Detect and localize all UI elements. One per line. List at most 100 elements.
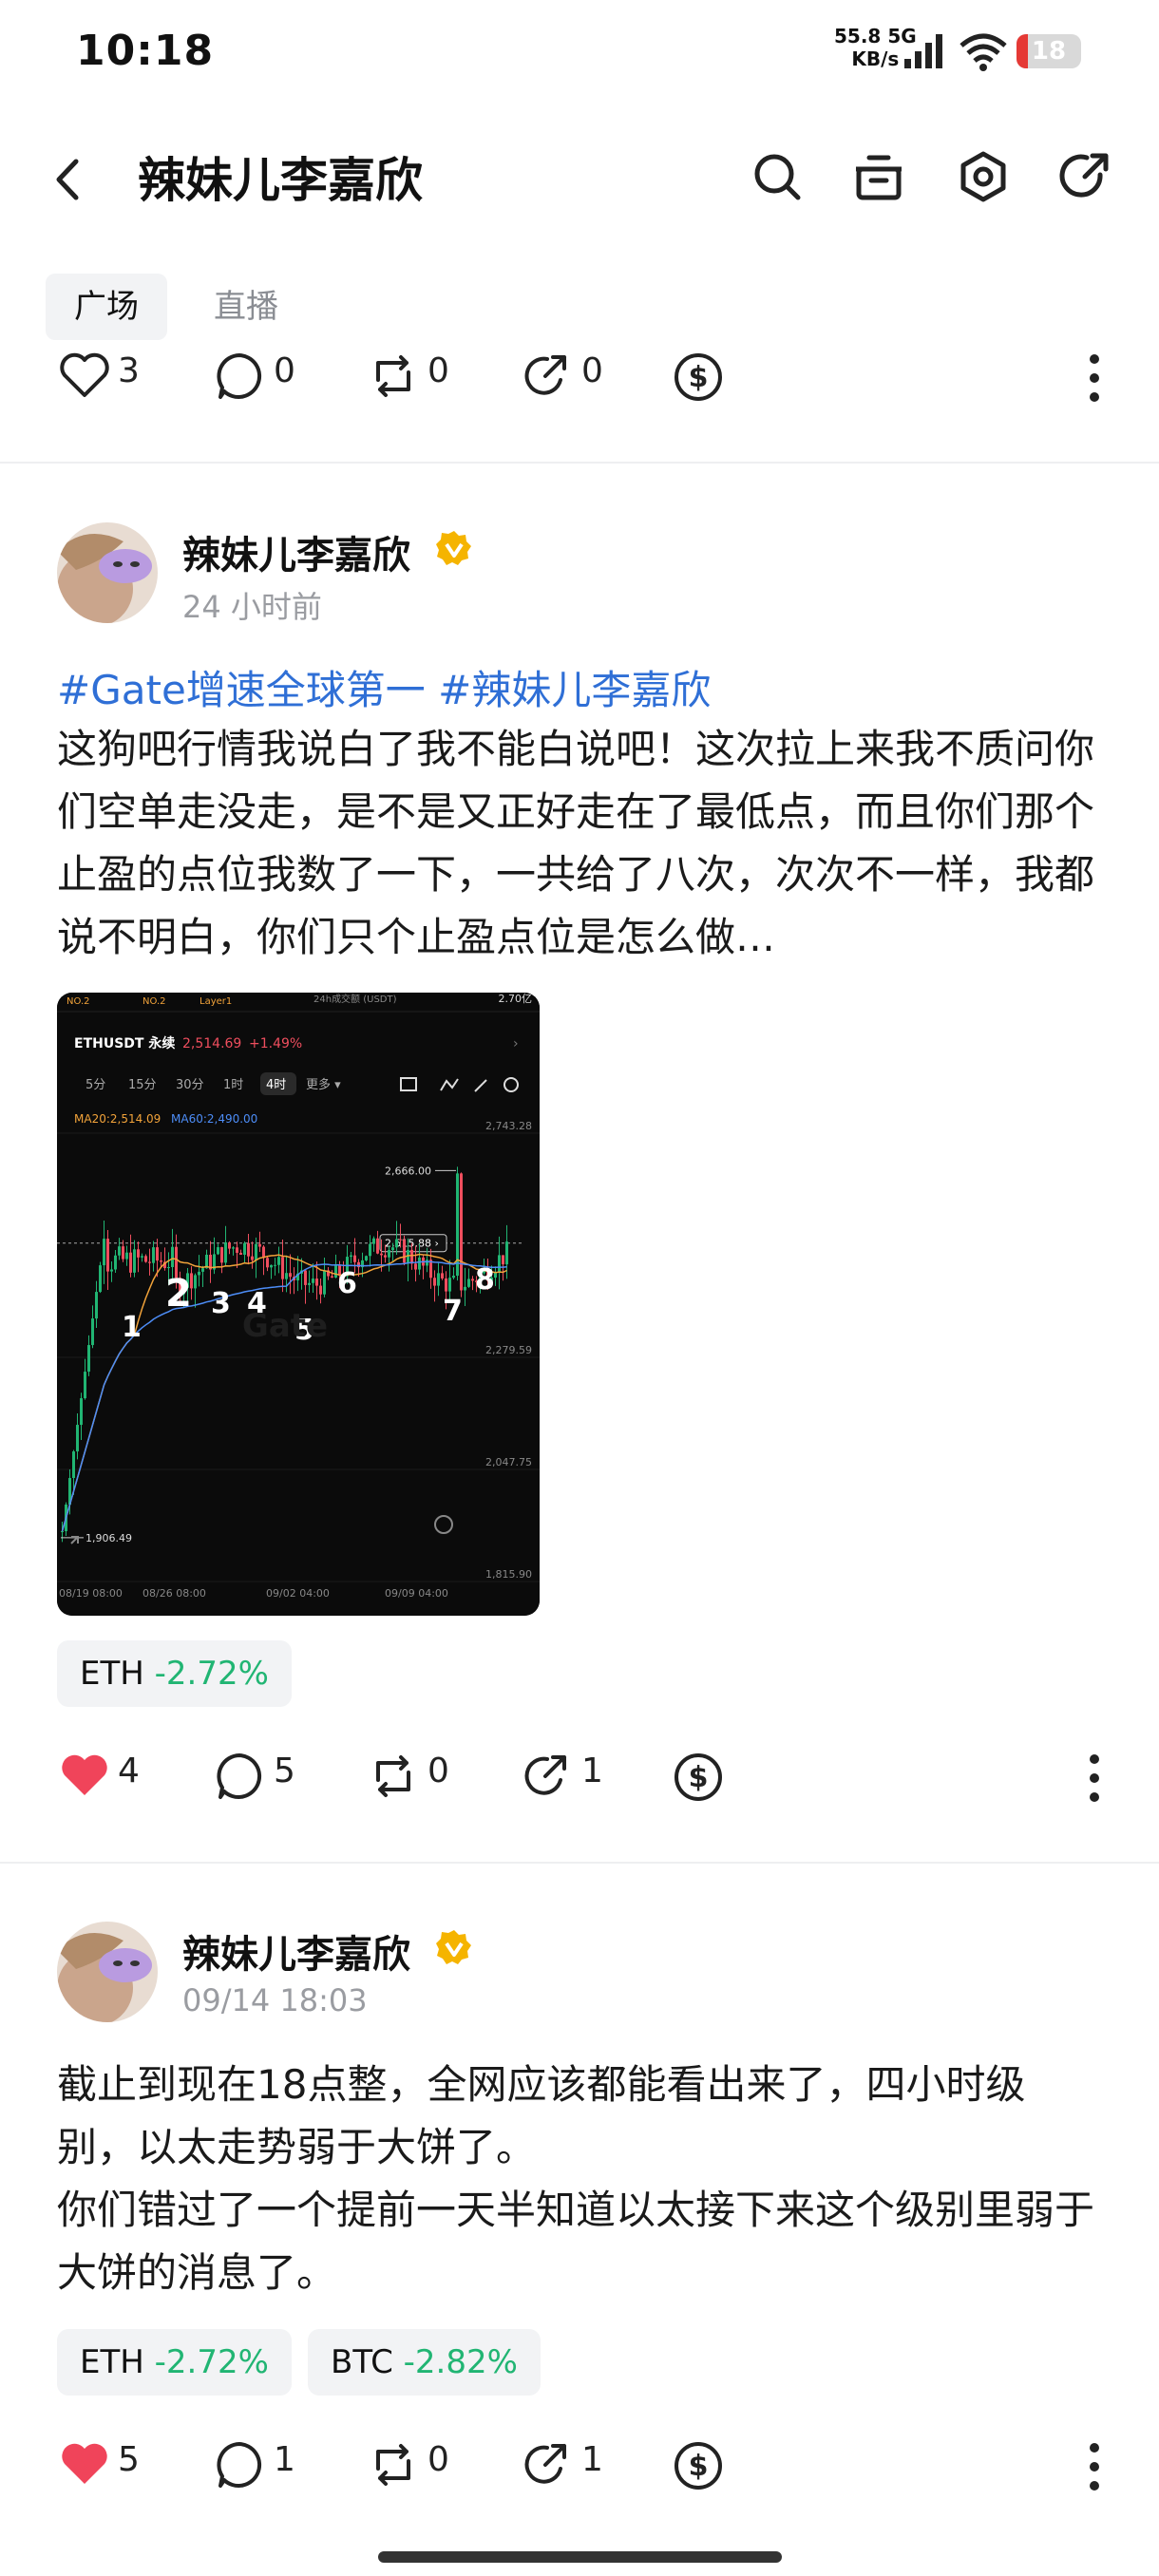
search-icon[interactable] (749, 148, 806, 205)
candle-body (91, 1318, 94, 1346)
post-text: 这狗吧行情我说白了我不能白说吧！这次拉上来我不质问你们空单走没走，是不是又正好走… (57, 726, 1095, 960)
more-icon[interactable] (1083, 351, 1106, 405)
author-name[interactable]: 辣妹儿李嘉欣 (182, 524, 410, 579)
home-indicator[interactable] (378, 2551, 782, 2563)
tip-icon[interactable]: $ (673, 1752, 724, 1803)
annotation-number: 1 (122, 1311, 142, 1344)
candle-body (160, 1260, 162, 1262)
chart-tab-no2: NO.2 (66, 996, 90, 1007)
candle-body (331, 1276, 333, 1279)
settings-icon[interactable] (955, 148, 1012, 205)
like-count: 4 (118, 1752, 140, 1790)
candle-body (114, 1255, 117, 1270)
annotation-number: 7 (443, 1295, 463, 1328)
candle-body (87, 1345, 90, 1373)
coin-change: -2.72% (154, 1655, 269, 1693)
candle-body (304, 1270, 307, 1285)
chart-change: +1.49% (249, 1036, 302, 1051)
tip-icon[interactable]: $ (673, 351, 724, 403)
y-tick-label: 2,279.59 (485, 1344, 532, 1356)
avatar-image (57, 522, 158, 623)
heart-filled-icon[interactable] (59, 2440, 110, 2488)
candle-body (460, 1173, 463, 1291)
back-icon[interactable] (49, 156, 87, 203)
comment-icon[interactable] (215, 351, 264, 401)
candle-body (274, 1264, 276, 1266)
annotation-number: 3 (211, 1287, 231, 1320)
candle-body (418, 1257, 421, 1270)
candle-body (308, 1282, 311, 1285)
chart-pair: ETHUSDT 永续 (74, 1035, 175, 1051)
candle-body (441, 1273, 444, 1279)
avatar[interactable] (57, 1922, 158, 2022)
coin-chip-eth[interactable]: ETH -2.72% (57, 1640, 292, 1707)
share-icon[interactable] (1056, 148, 1113, 205)
battery-level: 18 (1031, 37, 1067, 66)
repost-icon[interactable] (369, 2440, 418, 2490)
candle-body (289, 1273, 292, 1278)
repost-icon[interactable] (369, 1752, 418, 1801)
repost-count: 0 (428, 1752, 449, 1790)
candle-body (388, 1250, 390, 1258)
candle-body (243, 1242, 246, 1255)
coin-chip-btc[interactable]: BTC -2.82% (308, 2329, 541, 2396)
candle-body (323, 1270, 326, 1295)
candle-body (236, 1247, 238, 1253)
candle-body (471, 1279, 474, 1281)
candle-body (201, 1268, 204, 1272)
candle-body (76, 1425, 79, 1452)
forward-icon[interactable] (522, 351, 572, 401)
avatar[interactable] (57, 522, 158, 623)
candle-body (384, 1255, 387, 1258)
tip-icon[interactable]: $ (673, 2440, 724, 2491)
candle-body (247, 1242, 250, 1257)
more-icon[interactable] (1083, 1752, 1106, 1805)
candle-body (502, 1255, 504, 1265)
timeframe-label: 更多 ▾ (306, 1077, 341, 1092)
candle-body (498, 1255, 501, 1273)
author-name[interactable]: 辣妹儿李嘉欣 (182, 1923, 410, 1979)
comment-icon[interactable] (215, 1752, 264, 1801)
like-count: 3 (118, 351, 140, 390)
forward-icon[interactable] (522, 2440, 572, 2490)
candle-body (448, 1278, 451, 1292)
repost-count: 0 (428, 2440, 449, 2479)
x-tick-label: 08/26 08:00 (142, 1587, 206, 1600)
repost-icon[interactable] (369, 351, 418, 401)
share-count: 0 (581, 351, 603, 390)
like-count: 5 (118, 2440, 140, 2479)
timeframe-label: 15分 (128, 1078, 157, 1092)
candle-body (167, 1267, 170, 1269)
candle-body (391, 1247, 394, 1251)
chart-image[interactable]: NO.2 NO.2 Layer1 24h成交额 (USDT) 2.70亿 ETH… (57, 993, 540, 1616)
tab-square[interactable]: 广场 (46, 274, 167, 340)
candle-body (103, 1239, 105, 1266)
hashtags[interactable]: #Gate增速全球第一 #辣妹儿李嘉欣 (57, 658, 711, 716)
battery-indicator: 18 (1016, 34, 1081, 68)
verified-badge-icon (436, 531, 471, 565)
candle-body (270, 1264, 273, 1268)
comment-icon[interactable] (215, 2440, 264, 2490)
high-label: 2,666.00 (385, 1165, 431, 1177)
svg-text:$: $ (689, 361, 709, 394)
coin-chip-eth[interactable]: ETH -2.72% (57, 2329, 292, 2396)
chevron-right-icon: › (513, 1036, 519, 1051)
tab-live[interactable]: 直播 (185, 274, 307, 340)
heart-icon[interactable] (59, 351, 110, 399)
signal-icon (904, 34, 942, 68)
candle-body (125, 1252, 128, 1260)
candle-body (403, 1240, 406, 1263)
candle-body (258, 1243, 261, 1247)
chart-tab-no2b: NO.2 (142, 996, 166, 1007)
heart-filled-icon[interactable] (59, 1752, 110, 1799)
coin-symbol: ETH (80, 2343, 144, 2381)
forward-icon[interactable] (522, 1752, 572, 1801)
share-count: 1 (581, 2440, 603, 2479)
gift-icon[interactable] (850, 148, 907, 205)
candle-body (433, 1278, 436, 1286)
candle-body (156, 1247, 159, 1261)
candle-body (220, 1247, 223, 1263)
more-icon[interactable] (1083, 2440, 1106, 2493)
candle-body (372, 1238, 375, 1244)
candle-body (266, 1258, 269, 1268)
